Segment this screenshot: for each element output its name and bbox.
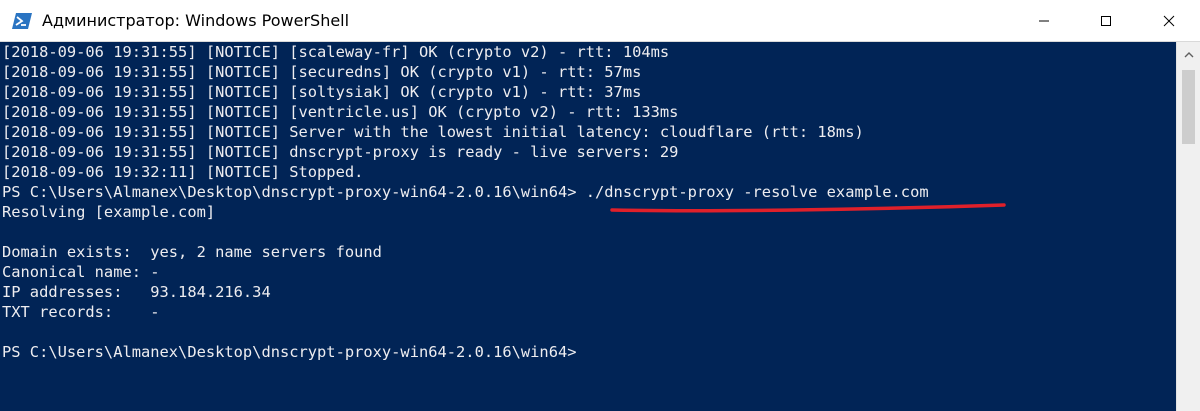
window-title: Администратор: Windows PowerShell bbox=[42, 11, 350, 30]
vertical-scrollbar[interactable] bbox=[1176, 42, 1200, 411]
close-icon bbox=[1163, 12, 1175, 31]
minimize-icon bbox=[1038, 12, 1050, 31]
scroll-thumb[interactable] bbox=[1182, 70, 1195, 144]
powershell-icon[interactable] bbox=[12, 11, 32, 31]
maximize-icon bbox=[1100, 12, 1112, 31]
title-bar[interactable]: Администратор: Windows PowerShell bbox=[0, 0, 1200, 42]
close-button[interactable] bbox=[1138, 0, 1200, 42]
chevron-up-icon bbox=[1184, 44, 1194, 63]
scroll-up-button[interactable] bbox=[1177, 42, 1200, 64]
console-output[interactable]: [2018-09-06 19:31:55] [NOTICE] [scaleway… bbox=[0, 42, 1176, 411]
maximize-button[interactable] bbox=[1075, 0, 1137, 42]
red-underline-annotation bbox=[610, 203, 1006, 213]
minimize-button[interactable] bbox=[1013, 0, 1075, 42]
